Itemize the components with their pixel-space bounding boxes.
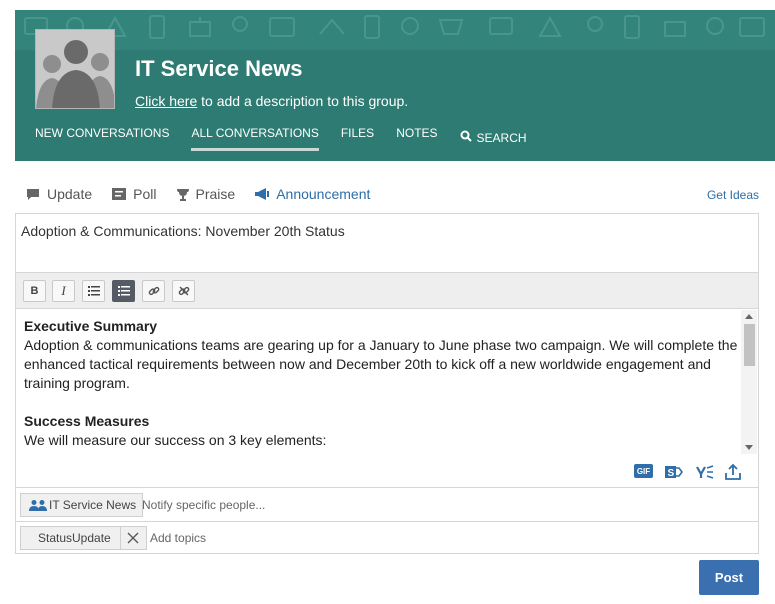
link-icon (148, 286, 159, 296)
sharepoint-icon: S (665, 466, 683, 479)
tab-notes[interactable]: NOTES (396, 125, 437, 151)
formatting-toolbar: B I (16, 272, 758, 309)
body-paragraph: We will measure our success on 3 key ele… (24, 432, 327, 448)
tab-announcement[interactable]: Announcement (255, 186, 370, 202)
editor-scrollbar[interactable] (741, 310, 757, 454)
poll-icon (112, 188, 127, 200)
tab-update[interactable]: Update (26, 186, 92, 202)
unlink-button[interactable] (172, 280, 195, 302)
body-heading: Success Measures (24, 413, 150, 429)
group-nav: NEW CONVERSATIONS ALL CONVERSATIONS FILE… (35, 125, 549, 151)
topic-chip: StatusUpdate (20, 526, 147, 550)
group-recipient-chip[interactable]: IT Service News (20, 493, 144, 517)
group-description: Click here to add a description to this … (135, 93, 408, 109)
notify-people-input[interactable]: Notify specific people... (142, 498, 265, 512)
post-button[interactable]: Post (699, 560, 759, 595)
topic-chip-label: StatusUpdate (21, 527, 121, 549)
unlink-icon (178, 286, 189, 296)
tab-praise[interactable]: Praise (176, 186, 236, 202)
close-icon (127, 532, 139, 544)
group-icon (29, 499, 47, 511)
body-heading: Executive Summary (24, 318, 158, 334)
recipients-row: IT Service News Notify specific people..… (16, 487, 758, 521)
body-paragraph: Adoption & communications teams are gear… (24, 337, 738, 391)
tab-update-label: Update (47, 186, 93, 202)
tab-praise-label: Praise (195, 186, 236, 202)
message-body-editor[interactable]: Executive Summary Adoption & communicati… (24, 317, 739, 452)
bold-button[interactable]: B (23, 280, 46, 302)
yammer-button[interactable] (696, 464, 714, 480)
get-ideas-link[interactable]: Get Ideas (707, 188, 759, 202)
announcement-title-input[interactable]: Adoption & Communications: November 20th… (21, 223, 345, 239)
scrollbar-thumb[interactable] (744, 324, 755, 366)
group-avatar[interactable] (35, 29, 115, 109)
scroll-up-icon[interactable] (745, 314, 753, 319)
italic-button[interactable]: I (52, 280, 75, 302)
search-icon (460, 130, 472, 146)
publisher-tabs: Update Poll Praise Announcement (26, 186, 390, 202)
topics-row: StatusUpdate Add topics (16, 521, 758, 554)
group-recipient-label: IT Service News (49, 498, 137, 512)
group-header: IT Service News Click here to add a desc… (15, 10, 775, 161)
megaphone-icon (255, 188, 270, 200)
bullet-list-button[interactable] (82, 280, 105, 302)
upload-button[interactable] (725, 464, 741, 480)
numbered-list-icon (117, 286, 130, 296)
tab-announcement-label: Announcement (276, 186, 371, 202)
tab-all-conversations[interactable]: ALL CONVERSATIONS (191, 125, 319, 151)
upload-icon (725, 464, 741, 480)
sharepoint-button[interactable]: S (665, 464, 683, 480)
tab-poll[interactable]: Poll (112, 186, 157, 202)
group-title: IT Service News (135, 56, 303, 81)
bullet-list-icon (87, 286, 100, 296)
composer: Adoption & Communications: November 20th… (15, 213, 759, 554)
link-button[interactable] (142, 280, 165, 302)
speech-bubble-icon (26, 188, 40, 201)
remove-topic-button[interactable] (121, 527, 146, 549)
search-label: SEARCH (476, 131, 527, 145)
header-pattern (15, 10, 775, 50)
numbered-list-button[interactable] (112, 280, 135, 302)
scroll-down-icon[interactable] (745, 445, 753, 450)
tab-files[interactable]: FILES (341, 125, 374, 151)
svg-text:S: S (668, 468, 675, 479)
description-text: to add a description to this group. (197, 93, 409, 109)
trophy-icon (176, 188, 189, 201)
tab-search[interactable]: SEARCH (460, 125, 527, 151)
yammer-icon (696, 465, 714, 479)
tab-new-conversations[interactable]: NEW CONVERSATIONS (35, 125, 169, 151)
add-description-link[interactable]: Click here (135, 93, 197, 109)
add-topics-input[interactable]: Add topics (150, 531, 206, 545)
gif-button[interactable]: GIF (634, 464, 653, 478)
tab-poll-label: Poll (133, 186, 157, 202)
